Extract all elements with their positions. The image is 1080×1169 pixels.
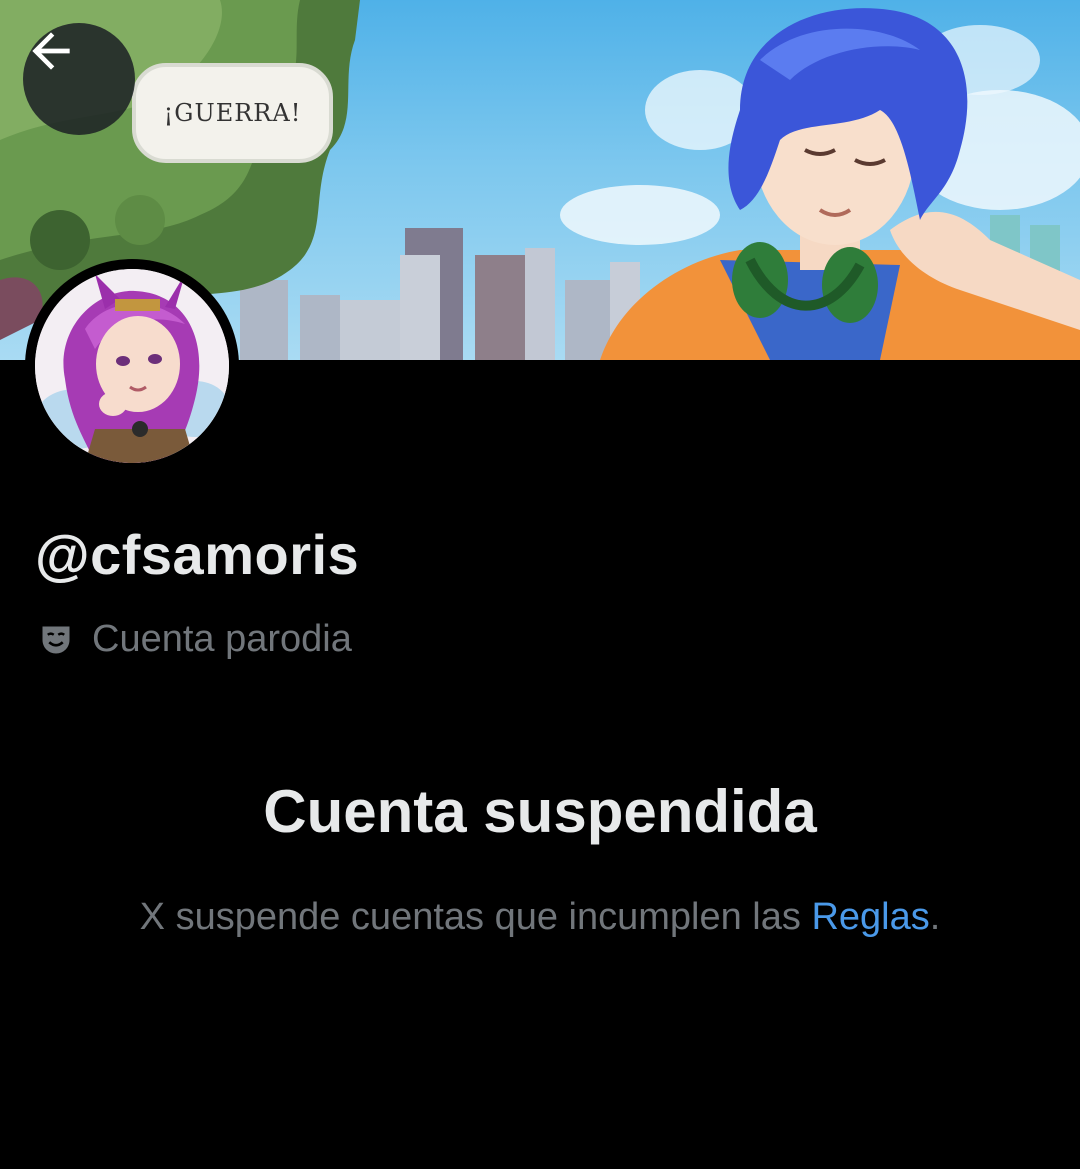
profile-page: ¡GUERRA! @cfsamoris Cuenta parodia Cuent… (0, 0, 1080, 1169)
parody-label: Cuenta parodia (38, 618, 352, 661)
profile-handle: @cfsamoris (35, 523, 360, 586)
suspended-description-end: . (929, 896, 941, 938)
back-button[interactable] (23, 23, 135, 135)
suspended-title: Cuenta suspendida (263, 778, 817, 845)
parody-label-text: Cuenta parodia (92, 618, 352, 660)
arrow-left-icon (32, 32, 70, 70)
theater-mask-icon (42, 626, 70, 653)
avatar-image (35, 269, 229, 463)
avatar[interactable] (25, 259, 239, 473)
suspended-description: X suspende cuentas que incumplen las Reg… (0, 896, 1080, 939)
suspended-description-text: X suspende cuentas que incumplen las (139, 896, 812, 938)
banner-speech-bubble: ¡GUERRA! (132, 63, 333, 163)
rules-link[interactable]: Reglas (811, 896, 929, 938)
